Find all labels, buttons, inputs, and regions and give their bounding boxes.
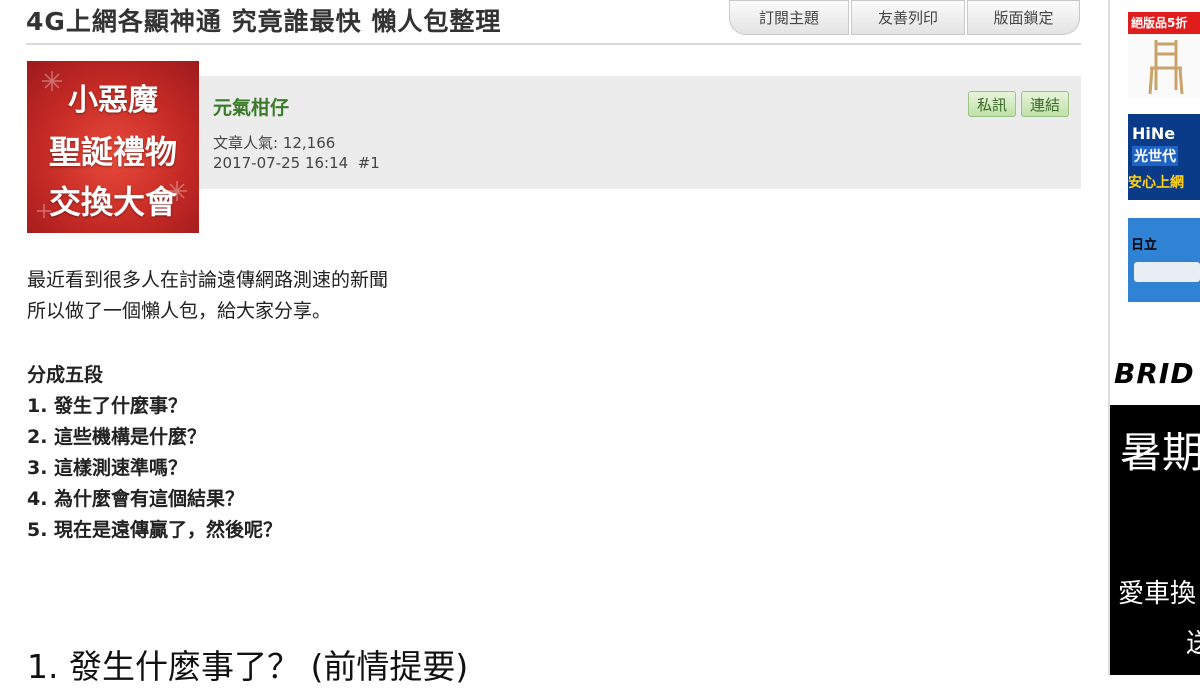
ad-label: 絕版品5折	[1128, 12, 1200, 34]
ad-slogan: 安心上網	[1128, 175, 1184, 191]
ad-brand: 日立	[1131, 238, 1158, 253]
ad-brand: BRID	[1114, 357, 1195, 390]
print-button[interactable]: 友善列印	[851, 0, 965, 35]
intro-line-2: 所以做了一個懶人包，給大家分享。	[27, 300, 332, 322]
section-item-5: 5. 現在是遠傳贏了，然後呢？	[27, 519, 283, 541]
ad-footer: 送	[1186, 629, 1200, 659]
thread-title: 4G上網各顯神通 究竟誰最快 懶人包整理	[26, 7, 502, 36]
username-link[interactable]: 元氣柑仔	[213, 93, 289, 120]
avatar-text-line3: 交換大會	[48, 183, 177, 221]
ad-headline: 暑期	[1120, 428, 1200, 477]
section-1-heading: 1. 發生什麼事了？ (前情提要)	[27, 647, 469, 686]
post-datetime: 2017-07-25 16:14	[213, 154, 349, 172]
section-item-2: 2. 這些機構是什麼？	[27, 426, 207, 448]
avatar[interactable]: 小惡魔 聖誕禮物 交換大會	[27, 61, 199, 233]
air-conditioner-icon	[1134, 262, 1200, 282]
avatar-text-line1: 小惡魔	[68, 83, 158, 118]
permalink-button[interactable]: 連結	[1021, 91, 1069, 117]
section-item-4: 4. 為什麼會有這個結果？	[27, 488, 245, 510]
lock-layout-button[interactable]: 版面鎖定	[967, 0, 1080, 35]
sidebar-ad-tire[interactable]: BRID 暑期 愛車換 送	[1110, 343, 1200, 675]
sections-heading: 分成五段	[27, 364, 104, 386]
section-item-3: 3. 這樣測速準嗎？	[27, 457, 188, 479]
title-divider	[26, 43, 1081, 45]
private-message-button[interactable]: 私訊	[968, 91, 1016, 117]
ad-tagline: 愛車換	[1118, 579, 1197, 609]
sidebar-ad-hitachi[interactable]: 日立	[1128, 218, 1200, 302]
ad-subtitle: 光世代	[1132, 146, 1178, 166]
post-popularity: 文章人氣: 12,166	[213, 134, 336, 152]
post-number[interactable]: #1	[358, 154, 380, 172]
intro-line-1: 最近看到很多人在討論遠傳網路測速的新聞	[27, 269, 389, 291]
subscribe-button[interactable]: 訂閱主題	[729, 0, 849, 35]
post-datetime-line: 2017-07-25 16:14 #1	[213, 154, 380, 172]
section-item-1: 1. 發生了什麼事？	[27, 395, 188, 417]
avatar-text-line2: 聖誕禮物	[48, 133, 177, 171]
chair-icon	[1148, 40, 1184, 95]
sidebar-ad-furniture[interactable]: 絕版品5折	[1128, 12, 1200, 98]
ad-brand: HiNe	[1132, 124, 1176, 143]
ad-brand-bar: BRID	[1110, 343, 1200, 405]
sidebar-ad-hinet[interactable]: HiNe 光世代 安心上網	[1128, 114, 1200, 200]
